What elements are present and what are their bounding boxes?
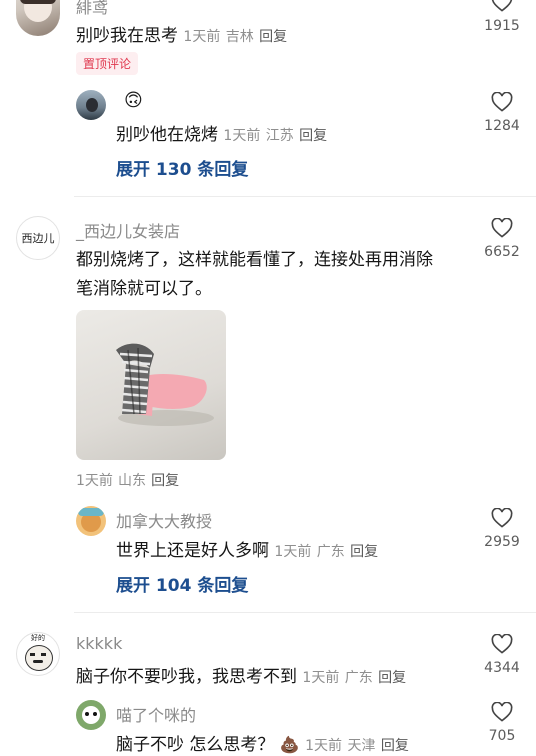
like-button[interactable]: 1915	[472, 0, 532, 34]
reply-button[interactable]: 回复	[381, 738, 409, 754]
reply-button[interactable]: 回复	[350, 544, 378, 560]
like-count: 1284	[484, 118, 520, 134]
comment-text: 脑子你不要吵我，我思考不到 1天前 广东 回复	[76, 662, 406, 687]
like-count: 4344	[484, 660, 520, 676]
expand-replies-button[interactable]: 展开 130 条回复	[116, 155, 248, 180]
comment-username[interactable]: 緋鸢	[76, 0, 108, 18]
heart-outline-icon	[491, 634, 513, 654]
avatar[interactable]	[76, 700, 106, 730]
like-count: 705	[488, 728, 516, 744]
heart-outline-icon	[491, 702, 513, 722]
pinned-badge: 置顶评论	[76, 52, 139, 75]
avatar[interactable]	[76, 506, 106, 536]
divider	[74, 196, 536, 197]
comment-time: 1天前	[302, 670, 340, 686]
avatar[interactable]	[16, 0, 60, 36]
heart-outline-icon	[491, 0, 513, 12]
reply-text: 别吵他在烧烤 1天前 江苏 回复	[116, 120, 327, 145]
reply-button[interactable]: 回复	[299, 128, 327, 144]
divider	[74, 612, 536, 613]
reply-time: 1天前	[223, 128, 261, 144]
reply-body: 脑子不吵 怎么思考？	[116, 735, 275, 755]
comment-username[interactable]: _西边儿女装店	[76, 218, 180, 242]
clay-figure-image	[116, 343, 214, 426]
emoji-icon: 🙃	[124, 90, 143, 111]
reply-text: 世界上还是好人多啊 1天前 广东 回复	[116, 536, 378, 561]
reply-time: 1天前	[305, 738, 343, 754]
reply-location: 广东	[316, 544, 345, 560]
reply-text: 脑子不吵 怎么思考？ 💩 1天前 天津 回复	[116, 730, 409, 755]
reply-button[interactable]: 回复	[151, 473, 179, 489]
reply-time: 1天前	[274, 544, 312, 560]
expand-replies-button[interactable]: 展开 104 条回复	[116, 571, 248, 596]
reply-button[interactable]: 回复	[259, 29, 287, 45]
comment-body: 都别烧烤了，这样就能看懂了，连接处再用消除	[76, 250, 433, 270]
reply-username[interactable]: 加拿大大教授	[116, 508, 212, 532]
comment-time: 1天前	[183, 29, 221, 45]
like-button[interactable]: 2959	[472, 508, 532, 550]
heart-outline-icon	[491, 508, 513, 528]
comment-body: 别吵我在思考	[76, 26, 178, 46]
like-button[interactable]: 1284	[472, 92, 532, 134]
heart-outline-icon	[491, 218, 513, 238]
comment-location: 吉林	[225, 29, 254, 45]
poop-emoji-icon: 💩	[279, 735, 300, 754]
like-count: 2959	[484, 534, 520, 550]
like-button[interactable]: 6652	[472, 218, 532, 260]
heart-outline-icon	[491, 92, 513, 112]
reply-body: 世界上还是好人多啊	[116, 541, 269, 561]
like-count: 1915	[484, 18, 520, 34]
like-button[interactable]: 705	[472, 702, 532, 744]
avatar[interactable]	[76, 90, 106, 120]
comment-image[interactable]	[76, 310, 226, 460]
avatar-text: 好的	[31, 634, 45, 642]
reply-body: 别吵他在烧烤	[116, 125, 218, 145]
reply-location: 江苏	[265, 128, 294, 144]
comment-text: 别吵我在思考 1天前 吉林 回复	[76, 21, 287, 46]
like-count: 6652	[484, 244, 520, 260]
avatar[interactable]: 西边儿	[16, 216, 60, 260]
comment-time: 1天前	[76, 473, 113, 489]
avatar[interactable]: 好的	[16, 632, 60, 676]
comment-body: 脑子你不要吵我，我思考不到	[76, 667, 297, 687]
comment-location: 广东	[344, 670, 373, 686]
comment-meta: 1天前 山东 回复	[76, 470, 179, 490]
reply-location: 天津	[347, 738, 376, 754]
comment-body-line2: 笔消除就可以了。	[76, 279, 212, 299]
reply-button[interactable]: 回复	[378, 670, 406, 686]
comment-location: 山东	[118, 473, 147, 489]
reply-username[interactable]: 喵了个咪的	[116, 702, 196, 726]
comment-username[interactable]: kkkkk	[76, 634, 122, 653]
like-button[interactable]: 4344	[472, 634, 532, 676]
avatar-text: 西边儿	[21, 232, 55, 245]
